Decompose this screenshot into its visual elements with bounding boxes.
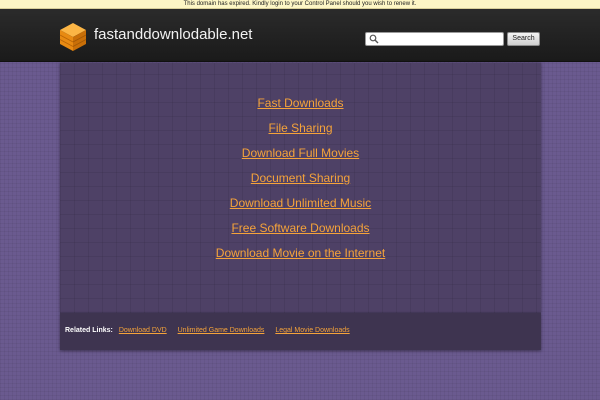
link-fast-downloads[interactable]: Fast Downloads [257, 96, 343, 110]
related-link-download-dvd[interactable]: Download DVD [119, 327, 167, 334]
list-item: Free Software Downloads [60, 219, 541, 244]
search-button[interactable]: Search [507, 32, 540, 46]
link-download-movie-internet[interactable]: Download Movie on the Internet [216, 246, 385, 260]
link-free-software-downloads[interactable]: Free Software Downloads [231, 221, 369, 235]
list-item: File Sharing [60, 119, 541, 144]
site-name[interactable]: fastanddownlodable.net [94, 26, 252, 44]
cube-logo-icon [59, 23, 87, 51]
link-download-full-movies[interactable]: Download Full Movies [242, 146, 359, 160]
list-item: Download Unlimited Music [60, 194, 541, 219]
list-item: Document Sharing [60, 169, 541, 194]
link-file-sharing[interactable]: File Sharing [268, 121, 332, 135]
link-document-sharing[interactable]: Document Sharing [251, 171, 350, 185]
link-list: Fast Downloads File Sharing Download Ful… [60, 94, 541, 269]
notice-text: This domain has expired. Kindly login to… [183, 1, 417, 7]
list-item: Download Movie on the Internet [60, 244, 541, 269]
site-header: fastanddownlodable.net Search [0, 9, 600, 62]
list-item: Fast Downloads [60, 94, 541, 119]
search-icon [369, 34, 379, 44]
related-links-label: Related Links: [65, 327, 113, 334]
list-item: Download Full Movies [60, 144, 541, 169]
link-download-unlimited-music[interactable]: Download Unlimited Music [230, 196, 371, 210]
main-panel: Fast Downloads File Sharing Download Ful… [60, 63, 541, 313]
domain-expired-notice: This domain has expired. Kindly login to… [0, 0, 600, 9]
search-box[interactable] [365, 32, 504, 46]
related-link-unlimited-game-downloads[interactable]: Unlimited Game Downloads [178, 327, 265, 334]
related-links: Related Links: Download DVD Unlimited Ga… [65, 326, 359, 336]
related-link-legal-movie-downloads[interactable]: Legal Movie Downloads [275, 327, 349, 334]
related-links-bar: Related Links: Download DVD Unlimited Ga… [60, 313, 541, 350]
search-input[interactable] [381, 33, 501, 45]
